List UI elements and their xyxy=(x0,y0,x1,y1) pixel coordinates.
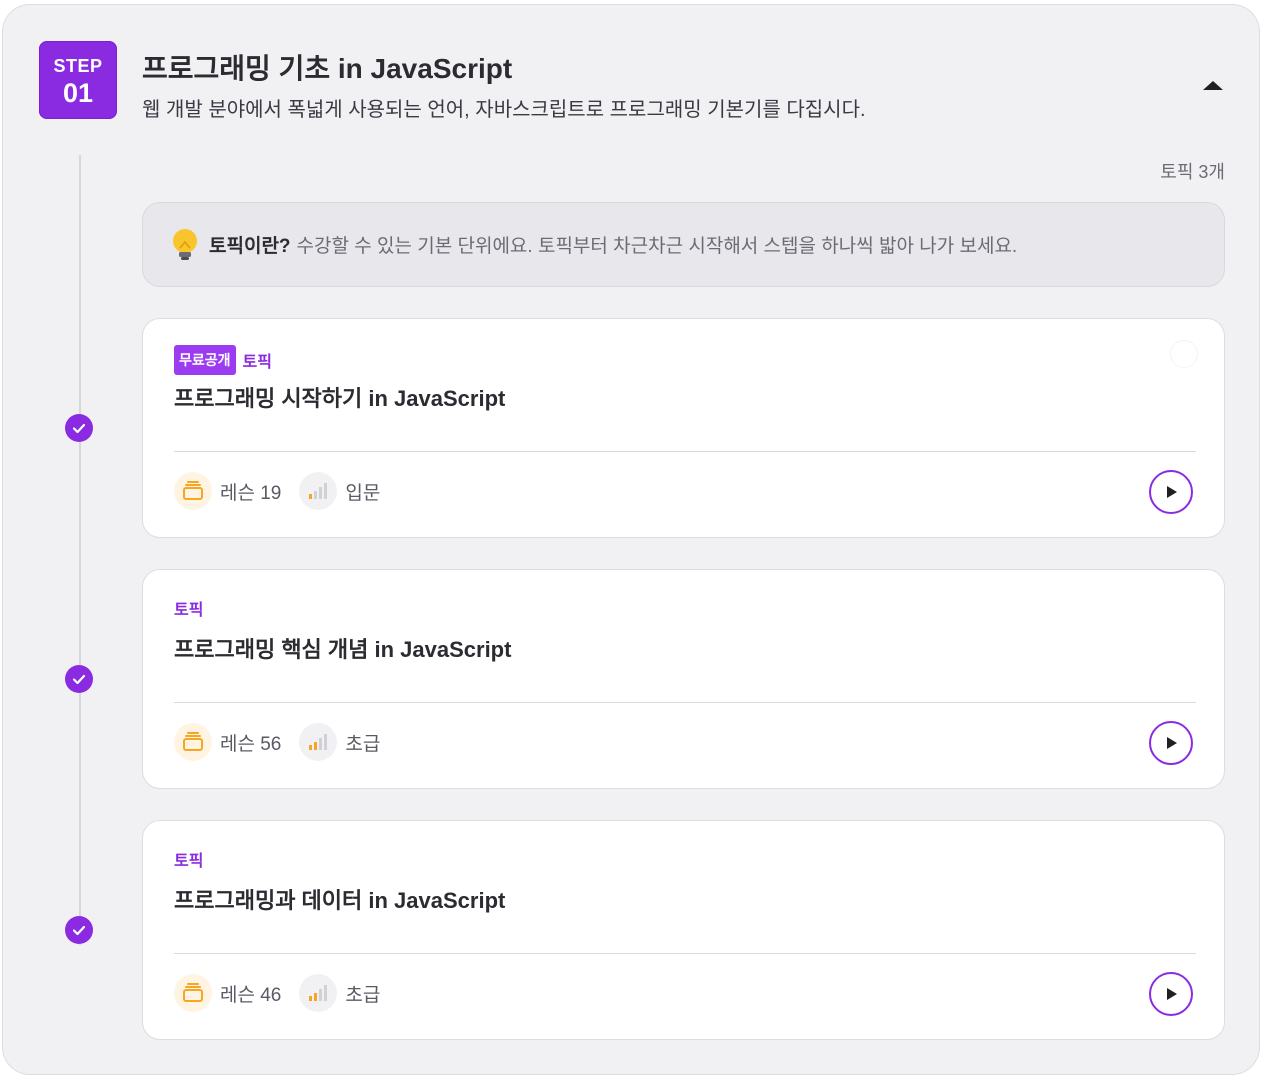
topic-card[interactable]: 토픽 프로그래밍과 데이터 in JavaScript 레슨 46 초급 xyxy=(142,820,1225,1040)
level-label: 입문 xyxy=(345,482,381,504)
info-title: 토픽이란? xyxy=(209,236,291,257)
free-badge: 무료공개 xyxy=(174,345,236,375)
lesson-icon xyxy=(174,974,212,1012)
topic-tag: 토픽 xyxy=(174,853,204,870)
topic-title[interactable]: 프로그래밍 핵심 개념 in JavaScript xyxy=(174,632,511,664)
step-description: 웹 개발 분야에서 폭넓게 사용되는 언어, 자바스크립트로 프로그래밍 기본기… xyxy=(142,99,866,121)
lesson-count: 레슨 56 xyxy=(220,733,282,755)
collapse-button[interactable] xyxy=(1201,77,1225,93)
divider xyxy=(174,953,1196,954)
step-badge: STEP 01 xyxy=(39,41,117,119)
topic-tags: 무료공개 토픽 xyxy=(174,345,272,375)
play-icon xyxy=(1167,486,1177,498)
topic-title[interactable]: 프로그래밍과 데이터 in JavaScript xyxy=(174,883,505,915)
topic-meta: 레슨 56 초급 xyxy=(174,723,398,761)
level-icon xyxy=(299,723,338,761)
level-icon xyxy=(299,472,338,510)
timeline-line xyxy=(79,155,81,945)
play-button[interactable] xyxy=(1149,721,1193,765)
topic-meta: 레슨 46 초급 xyxy=(174,974,398,1012)
play-icon xyxy=(1167,988,1177,1000)
level-label: 초급 xyxy=(345,733,381,755)
lesson-count: 레슨 46 xyxy=(220,984,282,1006)
step-panel: STEP 01 프로그래밍 기초 in JavaScript 웹 개발 분야에서… xyxy=(2,4,1260,1075)
info-text: 수강할 수 있는 기본 단위에요. 토픽부터 차근차근 시작해서 스텝을 하나씩… xyxy=(296,236,1018,257)
lesson-icon xyxy=(174,472,212,510)
topic-card[interactable]: 무료공개 토픽 프로그래밍 시작하기 in JavaScript 레슨 19 입… xyxy=(142,318,1225,538)
divider xyxy=(174,451,1196,452)
lightbulb-icon xyxy=(173,228,197,260)
topic-title[interactable]: 프로그래밍 시작하기 in JavaScript xyxy=(174,381,505,413)
topic-count: 토픽 3개 xyxy=(1160,162,1225,182)
completed-check-icon xyxy=(65,916,93,944)
play-button[interactable] xyxy=(1149,972,1193,1016)
topic-tags: 토픽 xyxy=(174,596,203,620)
bookmark-placeholder xyxy=(1170,340,1198,368)
divider xyxy=(174,702,1196,703)
completed-check-icon xyxy=(65,414,93,442)
topic-tag: 토픽 xyxy=(242,354,272,371)
topic-tag: 토픽 xyxy=(174,602,204,619)
level-icon xyxy=(299,974,338,1012)
lesson-count: 레슨 19 xyxy=(220,482,282,504)
level-label: 초급 xyxy=(345,984,381,1006)
step-number: 01 xyxy=(62,78,94,108)
play-icon xyxy=(1167,737,1177,749)
topic-tags: 토픽 xyxy=(174,847,203,871)
step-title: 프로그래밍 기초 in JavaScript xyxy=(142,53,513,84)
topic-card[interactable]: 토픽 프로그래밍 핵심 개념 in JavaScript 레슨 56 초급 xyxy=(142,569,1225,789)
topic-meta: 레슨 19 입문 xyxy=(174,472,398,510)
topic-info-box: 토픽이란? 수강할 수 있는 기본 단위에요. 토픽부터 차근차근 시작해서 스… xyxy=(142,202,1225,287)
step-label: STEP xyxy=(53,56,103,76)
play-button[interactable] xyxy=(1149,470,1193,514)
completed-check-icon xyxy=(65,665,93,693)
lesson-icon xyxy=(174,723,212,761)
caret-up-icon xyxy=(1203,81,1223,90)
